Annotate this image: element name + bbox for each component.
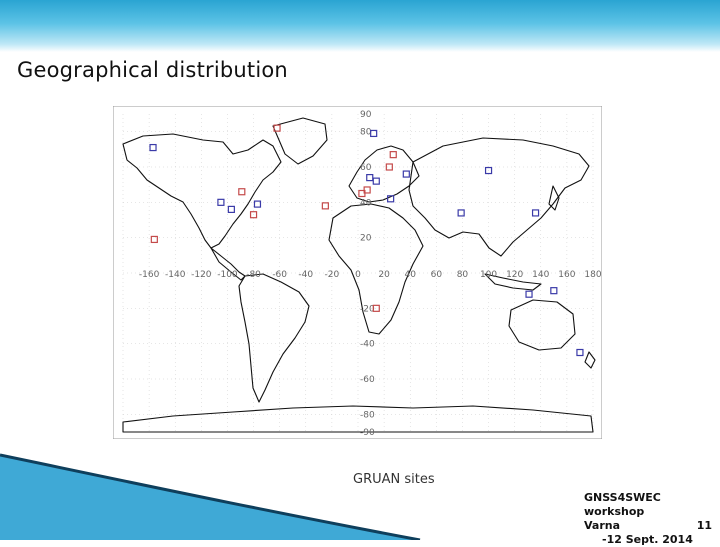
- lon-tick-label: 140: [532, 270, 549, 280]
- lat-tick-label: 40: [360, 198, 372, 208]
- lat-tick-label: 60: [360, 163, 372, 173]
- date-start: 11: [696, 519, 712, 532]
- lon-tick-label: 80: [457, 270, 469, 280]
- lon-tick-label: 60: [431, 270, 443, 280]
- lat-tick-label: 80: [360, 128, 372, 138]
- lon-tick-label: 40: [404, 270, 416, 280]
- lon-tick-label: -120: [191, 270, 212, 280]
- lon-tick-label: -100: [217, 270, 238, 280]
- date-rest: -12 Sept. 2014: [602, 533, 693, 546]
- lon-tick-label: 20: [378, 270, 390, 280]
- lat-tick-label: -80: [360, 410, 375, 420]
- lon-tick-label: -80: [246, 270, 261, 280]
- lon-tick-label: -20: [325, 270, 340, 280]
- footer-info: GNSS4SWEC workshop Varna 11 -12 Sept. 20…: [584, 491, 712, 547]
- lat-tick-label: -90: [360, 428, 375, 438]
- lon-tick-label: 180: [584, 270, 601, 280]
- lon-tick-label: -40: [298, 270, 313, 280]
- lat-tick-label: 20: [360, 234, 372, 244]
- venue: Varna: [584, 519, 621, 532]
- lon-tick-label: 0: [355, 270, 361, 280]
- footer-place-line: Varna 11: [584, 519, 712, 533]
- lat-tick-label: -60: [360, 375, 375, 385]
- workshop-name: GNSS4SWEC workshop: [584, 491, 661, 518]
- lon-tick-label: -160: [139, 270, 160, 280]
- lat-tick-label: 90: [360, 110, 372, 120]
- header-banner: [0, 0, 720, 52]
- world-map: -160 -140 -120 -100 -80 -60 -40 -20 0 20 40 60 80 100…: [113, 106, 602, 439]
- lon-tick-label: 160: [558, 270, 575, 280]
- lat-tick-label: -40: [360, 340, 375, 350]
- lon-tick-label: 120: [506, 270, 523, 280]
- lon-tick-label: 100: [480, 270, 497, 280]
- lon-tick-label: -140: [165, 270, 186, 280]
- lon-tick-label: -60: [272, 270, 287, 280]
- slide-title: Geographical distribution: [17, 58, 288, 82]
